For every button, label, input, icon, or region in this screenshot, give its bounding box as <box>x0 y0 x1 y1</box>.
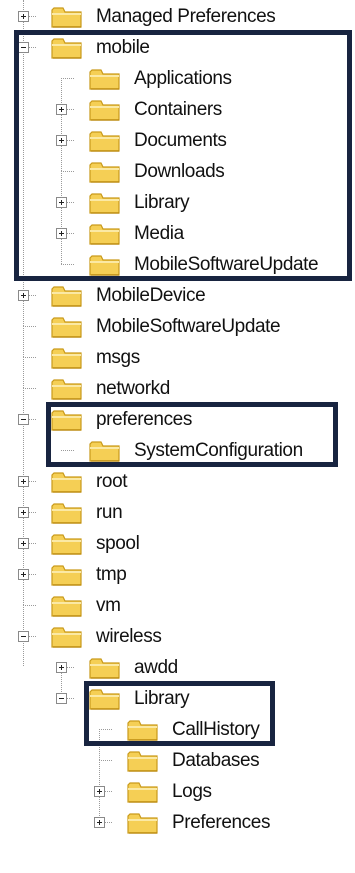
expand-icon[interactable] <box>18 476 29 487</box>
tree-item-label: spool <box>96 533 140 554</box>
expand-icon[interactable] <box>18 290 29 301</box>
folder-icon <box>89 656 121 680</box>
folder-icon <box>127 780 159 804</box>
tree-item-label: networkd <box>96 378 170 399</box>
tree-item-label: vm <box>96 595 121 616</box>
folder-icon <box>51 532 83 556</box>
tree-item-label: Preferences <box>172 812 271 833</box>
tree-item-label: msgs <box>96 347 140 368</box>
tree-item-label: wireless <box>96 626 162 647</box>
tree-item-networkd[interactable]: networkd <box>0 373 355 404</box>
expand-icon[interactable] <box>56 662 67 673</box>
folder-icon <box>51 36 83 60</box>
collapse-icon[interactable] <box>56 693 67 704</box>
folder-icon <box>89 160 121 184</box>
tree-item-preferences[interactable]: preferences <box>0 404 355 435</box>
folder-icon <box>127 718 159 742</box>
folder-icon <box>51 377 83 401</box>
expand-icon[interactable] <box>94 786 105 797</box>
tree-item-documents[interactable]: Documents <box>0 125 355 156</box>
tree-item-label: Databases <box>172 750 260 771</box>
expand-icon[interactable] <box>18 507 29 518</box>
folder-icon <box>51 470 83 494</box>
folder-icon <box>51 284 83 308</box>
tree-item-downloads[interactable]: Downloads <box>0 156 355 187</box>
tree-item-logs[interactable]: Logs <box>0 776 355 807</box>
folder-icon <box>51 501 83 525</box>
tree-item-label: MobileDevice <box>96 285 206 306</box>
tree-item-preferences[interactable]: Preferences <box>0 807 355 838</box>
tree-item-spool[interactable]: spool <box>0 528 355 559</box>
folder-icon <box>51 5 83 29</box>
tree-item-media[interactable]: Media <box>0 218 355 249</box>
folder-icon <box>51 563 83 587</box>
expand-icon[interactable] <box>56 197 67 208</box>
tree-item-run[interactable]: run <box>0 497 355 528</box>
tree-item-label: MobileSoftwareUpdate <box>96 316 281 337</box>
tree-item-mobilesoftwareupdate[interactable]: MobileSoftwareUpdate <box>0 311 355 342</box>
tree-item-label: Containers <box>134 99 222 120</box>
folder-icon <box>51 408 83 432</box>
folder-icon <box>89 191 121 215</box>
folder-icon <box>51 346 83 370</box>
tree-item-library[interactable]: Library <box>0 683 355 714</box>
tree-item-databases[interactable]: Databases <box>0 745 355 776</box>
expand-icon[interactable] <box>94 817 105 828</box>
tree-item-label: tmp <box>96 564 127 585</box>
folder-icon <box>127 811 159 835</box>
tree-item-root[interactable]: root <box>0 466 355 497</box>
expand-icon[interactable] <box>18 569 29 580</box>
folder-icon <box>51 625 83 649</box>
folder-icon <box>51 315 83 339</box>
tree-item-library[interactable]: Library <box>0 187 355 218</box>
tree-item-label: SystemConfiguration <box>134 440 303 461</box>
tree-item-label: CallHistory <box>172 719 260 740</box>
tree-item-tmp[interactable]: tmp <box>0 559 355 590</box>
tree-item-vm[interactable]: vm <box>0 590 355 621</box>
tree-item-label: awdd <box>134 657 178 678</box>
folder-tree: Managed Preferences mobile Applications Con… <box>0 0 355 873</box>
tree-item-label: root <box>96 471 128 492</box>
folder-icon <box>51 594 83 618</box>
tree-item-label: MobileSoftwareUpdate <box>134 254 319 275</box>
tree-item-mobilesoftwareupdate[interactable]: MobileSoftwareUpdate <box>0 249 355 280</box>
folder-icon <box>89 222 121 246</box>
tree-item-managed-preferences[interactable]: Managed Preferences <box>0 1 355 32</box>
tree-item-callhistory[interactable]: CallHistory <box>0 714 355 745</box>
tree-item-label: run <box>96 502 123 523</box>
folder-icon <box>89 439 121 463</box>
tree-item-label: mobile <box>96 37 150 58</box>
folder-icon <box>89 129 121 153</box>
tree-item-label: Media <box>134 223 184 244</box>
tree-item-mobile[interactable]: mobile <box>0 32 355 63</box>
tree-item-label: Downloads <box>134 161 225 182</box>
collapse-icon[interactable] <box>18 414 29 425</box>
tree-item-applications[interactable]: Applications <box>0 63 355 94</box>
tree-item-label: preferences <box>96 409 192 430</box>
folder-icon <box>89 67 121 91</box>
tree-item-msgs[interactable]: msgs <box>0 342 355 373</box>
tree-item-containers[interactable]: Containers <box>0 94 355 125</box>
expand-icon[interactable] <box>18 538 29 549</box>
folder-icon <box>89 687 121 711</box>
collapse-icon[interactable] <box>18 631 29 642</box>
expand-icon[interactable] <box>56 104 67 115</box>
tree-item-label: Logs <box>172 781 212 802</box>
expand-icon[interactable] <box>56 135 67 146</box>
expand-icon[interactable] <box>56 228 67 239</box>
tree-item-systemconfiguration[interactable]: SystemConfiguration <box>0 435 355 466</box>
tree-item-label: Applications <box>134 68 232 89</box>
expand-icon[interactable] <box>18 11 29 22</box>
tree-item-wireless[interactable]: wireless <box>0 621 355 652</box>
folder-icon <box>127 749 159 773</box>
folder-icon <box>89 98 121 122</box>
tree-item-awdd[interactable]: awdd <box>0 652 355 683</box>
folder-icon <box>89 253 121 277</box>
tree-item-label: Library <box>134 192 190 213</box>
tree-item-label: Library <box>134 688 190 709</box>
tree-item-label: Documents <box>134 130 227 151</box>
collapse-icon[interactable] <box>18 42 29 53</box>
tree-item-label: Managed Preferences <box>96 6 276 27</box>
tree-item-mobiledevice[interactable]: MobileDevice <box>0 280 355 311</box>
